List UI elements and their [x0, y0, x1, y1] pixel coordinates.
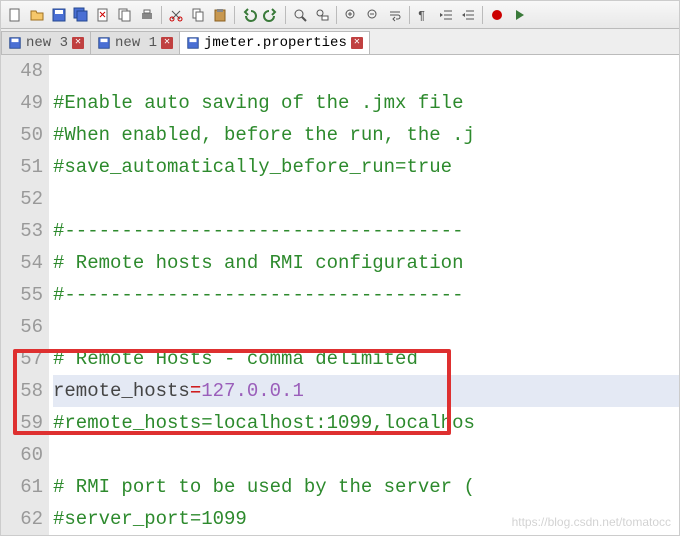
code-line[interactable]: [53, 311, 679, 343]
main-toolbar: ¶: [1, 1, 679, 29]
code-token: 127.0.0.1: [201, 380, 304, 402]
tab-jmeter-properties[interactable]: jmeter.properties ✕: [179, 31, 370, 54]
code-token: # RMI port to be used by the server (: [53, 476, 475, 498]
code-line[interactable]: # Remote Hosts - comma delimited: [53, 343, 679, 375]
code-token: #-----------------------------------: [53, 284, 463, 306]
editor-area[interactable]: 484950515253545556575859606162 #Enable a…: [1, 55, 679, 535]
code-token: #Enable auto saving of the .jmx file: [53, 92, 475, 114]
tab-label: new 1: [115, 35, 157, 51]
code-token: =: [190, 380, 201, 402]
line-number: 50: [1, 119, 43, 151]
cut-icon[interactable]: [166, 5, 186, 25]
line-number: 61: [1, 471, 43, 503]
zoom-out-icon[interactable]: [363, 5, 383, 25]
line-number: 59: [1, 407, 43, 439]
code-line[interactable]: # RMI port to be used by the server (: [53, 471, 679, 503]
code-token: #save_automatically_before_run=true: [53, 156, 452, 178]
code-line[interactable]: [53, 55, 679, 87]
code-token: #-----------------------------------: [53, 220, 463, 242]
paste-icon[interactable]: [210, 5, 230, 25]
toolbar-separator: [482, 6, 483, 24]
svg-text:¶: ¶: [418, 9, 425, 23]
indent-icon[interactable]: [436, 5, 456, 25]
line-number: 62: [1, 503, 43, 535]
zoom-in-icon[interactable]: [341, 5, 361, 25]
replace-icon[interactable]: [312, 5, 332, 25]
closeall-icon[interactable]: [115, 5, 135, 25]
line-number-gutter: 484950515253545556575859606162: [1, 55, 49, 535]
line-number: 56: [1, 311, 43, 343]
code-line[interactable]: #-----------------------------------: [53, 215, 679, 247]
watermark-text: https://blog.csdn.net/tomatocc: [512, 515, 671, 529]
code-content[interactable]: #Enable auto saving of the .jmx file #Wh…: [49, 55, 679, 535]
tab-new-1[interactable]: new 1 ✕: [90, 31, 180, 54]
toolbar-separator: [409, 6, 410, 24]
code-line[interactable]: #save_automatically_before_run=true: [53, 151, 679, 183]
undo-icon[interactable]: [239, 5, 259, 25]
code-line[interactable]: remote_hosts=127.0.0.1: [53, 375, 679, 407]
file-icon: [186, 36, 200, 50]
outdent-icon[interactable]: [458, 5, 478, 25]
line-number: 55: [1, 279, 43, 311]
code-line[interactable]: #-----------------------------------: [53, 279, 679, 311]
close-icon[interactable]: [93, 5, 113, 25]
wrap-icon[interactable]: [385, 5, 405, 25]
toolbar-separator: [234, 6, 235, 24]
line-number: 52: [1, 183, 43, 215]
macro-rec-icon[interactable]: [487, 5, 507, 25]
code-token: # Remote Hosts - comma delimited: [53, 348, 418, 370]
code-line[interactable]: [53, 183, 679, 215]
line-number: 57: [1, 343, 43, 375]
code-line[interactable]: [53, 439, 679, 471]
line-number: 53: [1, 215, 43, 247]
code-line[interactable]: #When enabled, before the run, the .j: [53, 119, 679, 151]
line-number: 54: [1, 247, 43, 279]
toolbar-separator: [161, 6, 162, 24]
line-number: 60: [1, 439, 43, 471]
line-number: 48: [1, 55, 43, 87]
saveall-icon[interactable]: [71, 5, 91, 25]
open-icon[interactable]: [27, 5, 47, 25]
file-icon: [97, 36, 111, 50]
tab-label: new 3: [26, 35, 68, 51]
toolbar-separator: [285, 6, 286, 24]
find-icon[interactable]: [290, 5, 310, 25]
code-token: # Remote hosts and RMI configuration: [53, 252, 463, 274]
line-number: 49: [1, 87, 43, 119]
toolbar-separator: [336, 6, 337, 24]
new-icon[interactable]: [5, 5, 25, 25]
line-number: 58: [1, 375, 43, 407]
line-number: 51: [1, 151, 43, 183]
show-ws-icon[interactable]: ¶: [414, 5, 434, 25]
redo-icon[interactable]: [261, 5, 281, 25]
close-icon[interactable]: ✕: [161, 37, 173, 49]
close-icon[interactable]: ✕: [72, 37, 84, 49]
tab-bar: new 3 ✕ new 1 ✕ jmeter.properties ✕: [1, 29, 679, 55]
file-icon: [8, 36, 22, 50]
code-token: #server_port=1099: [53, 508, 247, 530]
code-line[interactable]: #remote_hosts=localhost:1099,localhos: [53, 407, 679, 439]
tab-new-3[interactable]: new 3 ✕: [1, 31, 91, 54]
code-token: remote_hosts: [53, 380, 190, 402]
macro-play-icon[interactable]: [509, 5, 529, 25]
close-icon[interactable]: ✕: [351, 37, 363, 49]
copy-icon[interactable]: [188, 5, 208, 25]
code-line[interactable]: #Enable auto saving of the .jmx file: [53, 87, 679, 119]
save-icon[interactable]: [49, 5, 69, 25]
code-token: #remote_hosts=localhost:1099,localhos: [53, 412, 475, 434]
tab-label: jmeter.properties: [204, 35, 347, 51]
code-line[interactable]: # Remote hosts and RMI configuration: [53, 247, 679, 279]
code-token: #When enabled, before the run, the .j: [53, 124, 475, 146]
print-icon[interactable]: [137, 5, 157, 25]
